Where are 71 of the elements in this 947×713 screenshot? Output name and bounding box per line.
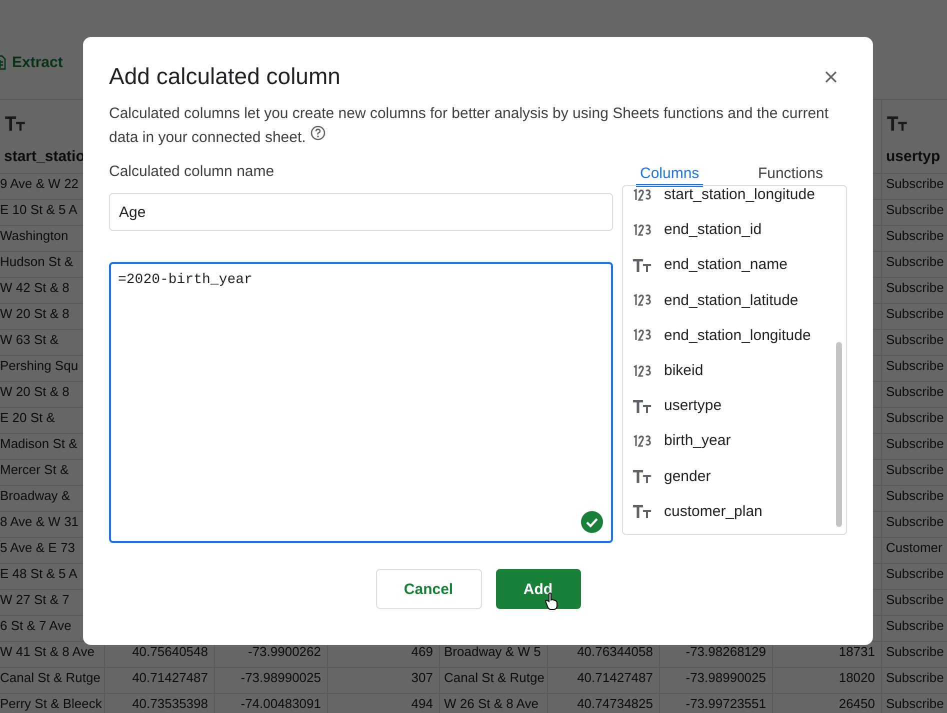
table-cell: Subscribe bbox=[882, 616, 947, 642]
table-cell: Subscribe bbox=[882, 668, 947, 694]
table-cell: -73.98990025 bbox=[215, 668, 328, 694]
table-cell: Subscribe bbox=[882, 174, 947, 200]
table-cell: Customer bbox=[882, 538, 947, 564]
column-list-item[interactable]: gender bbox=[664, 468, 711, 485]
number-type-icon bbox=[632, 188, 652, 202]
column-list-item[interactable]: bikeid bbox=[664, 362, 704, 380]
column-list-item[interactable]: end_station_latitude bbox=[664, 292, 798, 309]
text-type-icon bbox=[632, 256, 652, 273]
number-type-icon bbox=[632, 364, 652, 378]
column-list-item[interactable]: usertype bbox=[664, 397, 722, 414]
table-cell: -73.99723551 bbox=[660, 694, 773, 713]
add-button[interactable]: Add bbox=[496, 569, 580, 609]
help-icon[interactable] bbox=[310, 125, 326, 141]
column-list-item[interactable]: end_station_name bbox=[664, 256, 788, 274]
field-label: Calculated column name bbox=[109, 163, 276, 182]
column-list-item[interactable]: birth_year bbox=[664, 432, 731, 450]
table-cell: Canal St & Rutge bbox=[0, 668, 105, 694]
table-cell: Subscribe bbox=[882, 356, 947, 382]
table-cell: 40.73535398 bbox=[105, 694, 215, 713]
table-cell: Perry St & Bleeck bbox=[0, 694, 105, 713]
table-cell: W 26 St & 8 Ave bbox=[440, 694, 548, 713]
text-type-icon bbox=[632, 398, 652, 414]
table-cell: Subscribe bbox=[882, 226, 947, 252]
table-cell: Subscribe bbox=[882, 642, 947, 668]
table-cell: Subscribe bbox=[882, 304, 947, 330]
table-cell: -74.00483091 bbox=[215, 694, 328, 713]
table-cell: Subscribe bbox=[882, 486, 947, 512]
scrollbar[interactable] bbox=[836, 342, 842, 527]
number-type-icon bbox=[632, 222, 652, 237]
table-cell: Subscribe bbox=[882, 590, 947, 616]
formula-field[interactable]: =2020-birth_year bbox=[109, 262, 613, 543]
column-list-item[interactable]: start_station_longitude bbox=[664, 186, 815, 204]
dialog-title: Add calculated column bbox=[109, 63, 340, 90]
table-cell: 40.74734825 bbox=[548, 694, 660, 713]
table-cell: Subscribe bbox=[882, 460, 947, 486]
cancel-button[interactable]: Cancel bbox=[376, 569, 482, 609]
table-cell: Subscribe bbox=[882, 512, 947, 538]
table-cell: Subscribe bbox=[882, 252, 947, 278]
close-icon bbox=[825, 70, 837, 82]
table-cell: Subscribe bbox=[882, 694, 947, 713]
text-type-icon bbox=[886, 114, 908, 132]
table-cell: Subscribe bbox=[882, 382, 947, 408]
column-list-item[interactable]: end_station_id bbox=[664, 221, 762, 238]
tab[interactable]: Columns bbox=[636, 163, 704, 187]
tab[interactable]: Functions bbox=[754, 163, 827, 187]
table-cell: Subscribe bbox=[882, 200, 947, 226]
table-cell: Subscribe bbox=[882, 564, 947, 590]
column-list-item[interactable]: customer_plan bbox=[664, 502, 762, 520]
table-cell: 307 bbox=[328, 668, 440, 694]
table-cell: 26450 bbox=[773, 694, 882, 713]
table-cell: 40.71427487 bbox=[548, 668, 660, 694]
text-type-icon bbox=[632, 468, 652, 484]
number-type-icon bbox=[632, 293, 652, 308]
number-type-icon bbox=[632, 434, 652, 448]
table-cell: Canal St & Rutge bbox=[440, 668, 548, 694]
text-type-icon bbox=[632, 503, 652, 520]
table-cell: Subscribe bbox=[882, 434, 947, 460]
table-cell: Subscribe bbox=[882, 330, 947, 356]
table-cell: 40.71427487 bbox=[105, 668, 215, 694]
table-cell: 494 bbox=[328, 694, 440, 713]
table-cell: 18020 bbox=[773, 668, 882, 694]
text-type-icon bbox=[4, 114, 26, 132]
table-cell: Subscribe bbox=[882, 408, 947, 434]
column-name-field[interactable]: Age bbox=[109, 193, 613, 231]
dialog-description: Calculated columns let you create new columns for better analysis by using Sheets functions and the current data in your connected sheet. bbox=[109, 104, 830, 148]
table-cell: Subscribe bbox=[882, 278, 947, 304]
number-type-icon bbox=[632, 328, 652, 342]
column-list-item[interactable]: end_station_longitude bbox=[664, 326, 811, 344]
table-cell: -73.98990025 bbox=[660, 668, 773, 694]
